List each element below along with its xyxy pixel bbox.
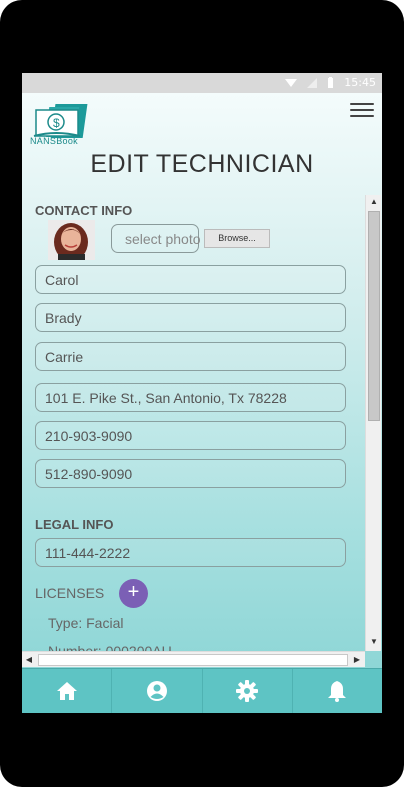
horizontal-scroll-thumb[interactable] xyxy=(38,654,348,666)
nav-settings[interactable] xyxy=(203,669,293,713)
bottom-nav xyxy=(22,668,382,713)
notifications-icon xyxy=(328,681,347,702)
home-icon xyxy=(56,682,77,700)
vertical-scrollbar[interactable]: ▲ ▼ xyxy=(365,195,381,651)
scroll-up-icon[interactable]: ▲ xyxy=(366,195,382,209)
license-number: Number: 000200AU xyxy=(48,643,172,651)
ssn-field[interactable]: 111-444-2222 xyxy=(35,538,346,567)
app-screen: 15:45 $ NANSBook EDIT TECHNICIAN CONTACT… xyxy=(22,73,382,713)
signal-icon xyxy=(307,77,318,88)
vertical-scroll-thumb[interactable] xyxy=(368,211,380,421)
licenses-label: LICENSES xyxy=(35,585,105,601)
legal-info-heading: LEGAL INFO xyxy=(35,517,114,532)
license-type: Type: Facial xyxy=(48,615,124,631)
avatar xyxy=(48,220,95,260)
device-frame: 15:45 $ NANSBook EDIT TECHNICIAN CONTACT… xyxy=(0,0,404,787)
form-content: CONTACT INFO select photo Browse... Caro… xyxy=(22,195,365,651)
phone-field-2[interactable]: 512-890-9090 xyxy=(35,459,346,488)
nav-notifications[interactable] xyxy=(293,669,382,713)
wifi-icon xyxy=(285,78,298,87)
address-field[interactable]: 101 E. Pike St., San Antonio, Tx 78228 xyxy=(35,383,346,412)
logo-text: NANSBook xyxy=(30,136,78,146)
avatar-image xyxy=(48,220,95,260)
status-bar: 15:45 xyxy=(22,73,382,93)
settings-icon xyxy=(236,680,259,702)
scroll-right-icon[interactable]: ▶ xyxy=(350,652,364,668)
status-time: 15:45 xyxy=(344,76,376,89)
nickname-field[interactable]: Carrie xyxy=(35,342,346,371)
scroll-left-icon[interactable]: ◀ xyxy=(22,652,36,668)
profile-icon xyxy=(146,681,167,701)
logo-symbol: $ xyxy=(53,116,60,130)
scroll-down-icon[interactable]: ▼ xyxy=(366,635,382,649)
last-name-field[interactable]: Brady xyxy=(35,303,346,332)
phone-field-1[interactable]: 210-903-9090 xyxy=(35,421,346,450)
first-name-field[interactable]: Carol xyxy=(35,265,346,294)
select-photo-input[interactable]: select photo xyxy=(111,224,201,253)
battery-icon xyxy=(328,77,334,88)
menu-icon[interactable] xyxy=(350,103,374,123)
page-title: EDIT TECHNICIAN xyxy=(90,150,314,178)
horizontal-scrollbar[interactable]: ◀ ▶ xyxy=(22,651,365,667)
nav-home[interactable] xyxy=(22,669,113,713)
browse-button[interactable]: Browse... xyxy=(204,229,270,248)
contact-info-heading: CONTACT INFO xyxy=(35,203,133,218)
nav-profile[interactable] xyxy=(112,669,203,713)
add-license-button[interactable]: + xyxy=(119,579,148,608)
